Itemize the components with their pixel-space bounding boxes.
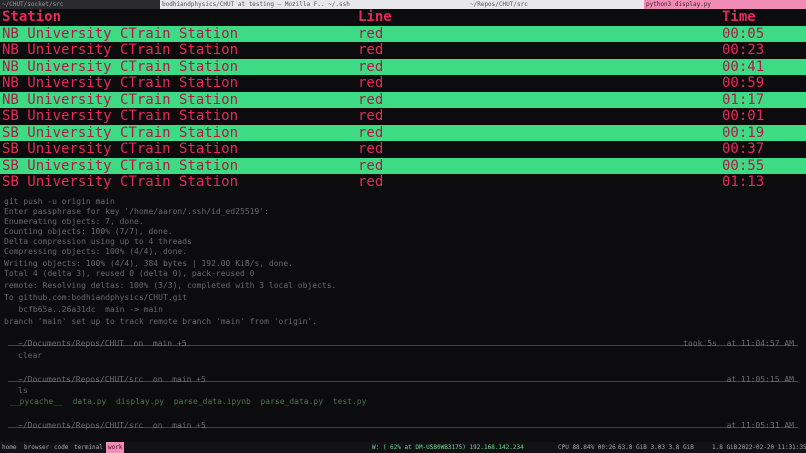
cell-station: NB University CTrain Station	[2, 42, 239, 58]
window-tab-socket-src[interactable]: ~/CHUT/socket/src	[0, 0, 160, 9]
cell-station: NB University CTrain Station	[2, 25, 239, 42]
terminal-line: bcfb65a..26a31dc main -> main	[4, 305, 163, 314]
terminal-line: Writing objects: 100% (4/4), 384 bytes |…	[4, 259, 293, 268]
prompt-path: ~/Documents/Repos/CHUT on main +5	[18, 339, 187, 348]
cell-line: red	[358, 108, 384, 124]
table-row: SB University CTrain Station red 00:19	[0, 124, 806, 141]
cell-time: 01:13	[722, 174, 765, 190]
cell-time: 00:37	[722, 141, 765, 157]
terminal-line: branch 'main' set up to track remote bra…	[4, 317, 318, 326]
table-row: NB University CTrain Station red 00:41	[0, 58, 806, 75]
window-tab-ssh[interactable]: bodhiandphysics/CHUT at testing — Mozill…	[160, 0, 468, 9]
prompt-time: at 11:05:31 AM	[726, 421, 794, 430]
cell-time: 00:23	[722, 42, 765, 58]
workspace-work[interactable]: work	[106, 442, 125, 453]
header-station: Station	[2, 9, 62, 25]
workspace-code[interactable]: code	[52, 442, 70, 453]
prompt-path: ~/Documents/Repos/CHUT/src on main +5	[18, 421, 206, 430]
cell-station: SB University CTrain Station	[2, 108, 239, 124]
ls-output: __pycache__ data.py display.py parse_dat…	[10, 397, 367, 406]
terminal-command: ls	[18, 386, 28, 395]
terminal-line: Compressing objects: 100% (4/4), done.	[4, 247, 188, 256]
cell-station: NB University CTrain Station	[2, 58, 239, 75]
prompt-time: took 5s at 11:04:57 AM	[683, 339, 794, 348]
cell-time: 01:17	[722, 91, 765, 108]
memory-status: 63.8 GiB 3.03 3.8 GiB	[618, 444, 694, 451]
header-line: Line	[358, 9, 392, 25]
cell-line: red	[358, 25, 384, 42]
workspace-home[interactable]: home	[0, 442, 18, 453]
table-row: NB University CTrain Station red 00:59	[0, 75, 806, 92]
table-header: Station Line Time	[0, 9, 806, 26]
prompt-path: ~/Documents/Repos/CHUT/src on main +5	[18, 375, 206, 384]
terminal-line: Enter passphrase for key '/home/aaron/.s…	[4, 207, 269, 216]
terminal-line: Delta compression using up to 4 threads	[4, 237, 192, 246]
terminal-line: Total 4 (delta 3), reused 0 (delta 0), p…	[4, 269, 255, 278]
cell-line: red	[358, 157, 384, 174]
cell-time: 00:05	[722, 25, 765, 42]
table-row: NB University CTrain Station red 00:23	[0, 42, 806, 59]
cell-time: 00:01	[722, 108, 765, 124]
schedule-table: Station Line Time NB University CTrain S…	[0, 9, 806, 191]
cell-station: NB University CTrain Station	[2, 75, 239, 91]
prompt-time: at 11:05:15 AM	[726, 375, 794, 384]
terminal-line: To github.com:bodhiandphysics/CHUT.git	[4, 293, 188, 302]
cell-station: SB University CTrain Station	[2, 157, 239, 174]
table-row: NB University CTrain Station red 01:17	[0, 91, 806, 108]
workspace-terminal[interactable]: terminal	[72, 442, 105, 453]
terminal-line: remote: Resolving deltas: 100% (3/3), co…	[4, 281, 337, 290]
status-bar: home browser code terminal work W: ( 62%…	[0, 442, 806, 453]
workspace-browser[interactable]: browser	[22, 442, 51, 453]
window-tab-chut-src[interactable]: ~/Repos/CHUT/src	[468, 0, 644, 9]
disk-status: 1.8 GiB	[712, 444, 738, 451]
table-row: SB University CTrain Station red 01:13	[0, 174, 806, 191]
cell-line: red	[358, 174, 384, 190]
cell-line: red	[358, 124, 384, 141]
terminal-line: Enumerating objects: 7, done.	[4, 217, 144, 226]
table-row: SB University CTrain Station red 00:55	[0, 157, 806, 174]
terminal-line: git push -u origin main	[4, 197, 115, 206]
terminal-line: Counting objects: 100% (7/7), done.	[4, 227, 173, 236]
cpu-status: CPU 88.84% 00:26	[558, 444, 616, 451]
table-row: SB University CTrain Station red 00:37	[0, 141, 806, 158]
cell-time: 00:59	[722, 75, 765, 91]
cell-time: 00:19	[722, 124, 765, 141]
cell-station: SB University CTrain Station	[2, 124, 239, 141]
terminal-command: clear	[18, 351, 43, 360]
cell-line: red	[358, 58, 384, 75]
table-row: SB University CTrain Station red 00:01	[0, 108, 806, 125]
cell-line: red	[358, 141, 384, 157]
cell-station: SB University CTrain Station	[2, 141, 239, 157]
wifi-status: W: ( 62% at DM-USB0WB3175) 192.168.142.2…	[372, 444, 524, 451]
cell-time: 00:55	[722, 157, 765, 174]
clock: 2022-02-20 11:31:35	[738, 444, 806, 451]
cell-station: SB University CTrain Station	[2, 174, 239, 190]
table-row: NB University CTrain Station red 00:05	[0, 25, 806, 42]
cell-line: red	[358, 91, 384, 108]
window-tab-display[interactable]: python3 display.py	[644, 0, 806, 9]
cell-time: 00:41	[722, 58, 765, 75]
window-tab-bar: ~/CHUT/socket/src bodhiandphysics/CHUT a…	[0, 0, 806, 9]
header-time: Time	[722, 9, 756, 25]
cell-line: red	[358, 75, 384, 91]
cell-station: NB University CTrain Station	[2, 91, 239, 108]
cell-line: red	[358, 42, 384, 58]
